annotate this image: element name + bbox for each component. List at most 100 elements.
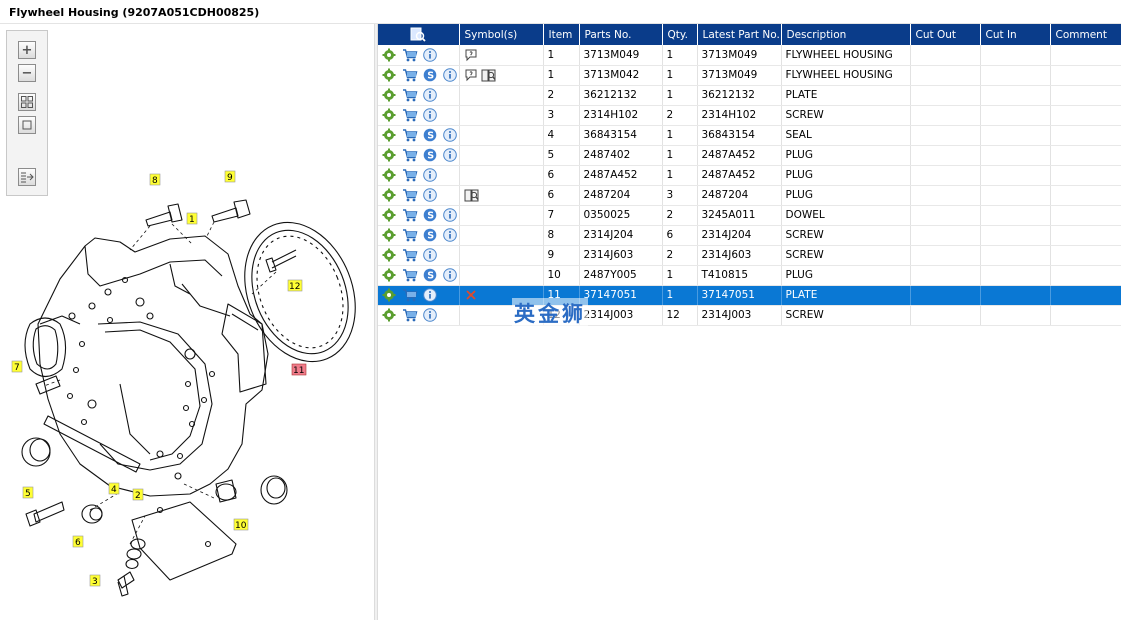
cart-icon[interactable] — [402, 148, 418, 162]
callout-1[interactable]: 1 — [186, 212, 198, 225]
cart-icon[interactable] — [402, 188, 418, 202]
cart-icon[interactable] — [402, 208, 418, 222]
table-row[interactable]: 6 2487A452 1 2487A452 PLUG — [378, 165, 1121, 186]
supersession-icon[interactable]: S — [423, 208, 437, 222]
gear-icon[interactable] — [382, 208, 396, 222]
info-icon[interactable] — [422, 288, 437, 302]
gear-icon[interactable] — [382, 128, 396, 142]
info-icon[interactable] — [422, 248, 437, 262]
info-icon[interactable] — [422, 308, 437, 322]
info-icon[interactable] — [443, 68, 457, 82]
zoom-out-icon[interactable]: − — [18, 64, 36, 82]
cross-icon[interactable] — [464, 288, 478, 302]
callout-2[interactable]: 2 — [132, 488, 144, 501]
search-document-icon[interactable] — [410, 27, 426, 42]
table-row[interactable]: 6 2487204 3 2487204 PLUG — [378, 185, 1121, 206]
info-icon[interactable] — [443, 208, 457, 222]
gear-icon[interactable] — [382, 168, 396, 182]
info-icon[interactable] — [422, 188, 437, 202]
cart-icon[interactable] — [402, 268, 418, 282]
gear-icon[interactable] — [382, 308, 396, 322]
supersession-icon[interactable]: S — [423, 228, 437, 242]
supersession-icon[interactable]: S — [423, 268, 437, 282]
diagram-pane[interactable]: 8 9 1 12 11 7 5 4 2 6 10 3 + − — [0, 24, 374, 620]
info-icon[interactable] — [443, 268, 457, 282]
cart-icon[interactable] — [402, 88, 418, 102]
table-row[interactable]: 11 37147051 1 37147051 PLATE — [378, 285, 1121, 306]
column-header-description[interactable]: Description — [781, 24, 911, 45]
column-header-cut-out[interactable]: Cut Out — [910, 24, 981, 45]
table-row[interactable]: S 8 2314J204 6 2314J204 SCREW — [378, 225, 1121, 246]
gear-icon[interactable] — [382, 268, 396, 282]
gear-icon[interactable] — [382, 108, 396, 122]
supersession-icon[interactable]: S — [423, 148, 437, 162]
zoom-in-icon[interactable]: + — [18, 41, 36, 59]
table-row[interactable]: S 1 3713M042 1 3713M049 FLYWHEEL HOUSING — [378, 65, 1121, 86]
exploded-diagram[interactable]: 8 9 1 12 11 7 5 4 2 6 10 3 — [0, 24, 374, 620]
row-qty: 1 — [662, 125, 698, 146]
cart-icon[interactable] — [402, 128, 418, 142]
column-header-actions[interactable] — [378, 24, 460, 45]
callout-3[interactable]: 3 — [89, 574, 101, 587]
gear-icon[interactable] — [382, 68, 396, 82]
cart-icon[interactable] — [402, 288, 418, 302]
callout-4[interactable]: 4 — [108, 482, 120, 495]
callout-12[interactable]: 12 — [287, 279, 303, 292]
table-row[interactable]: S 5 2487402 1 2487A452 PLUG — [378, 145, 1121, 166]
table-row[interactable]: 2 36212132 1 36212132 PLATE — [378, 85, 1121, 106]
gear-icon[interactable] — [382, 88, 396, 102]
book-search-icon[interactable] — [464, 188, 479, 202]
callout-11[interactable]: 11 — [291, 363, 307, 376]
gear-icon[interactable] — [382, 188, 396, 202]
callout-9[interactable]: 9 — [224, 170, 236, 183]
callout-10[interactable]: 10 — [233, 518, 249, 531]
info-icon[interactable] — [422, 88, 437, 102]
table-row[interactable]: 3 2314H102 2 2314H102 SCREW — [378, 105, 1121, 126]
gear-icon[interactable] — [382, 288, 396, 302]
cart-icon[interactable] — [402, 108, 418, 122]
info-icon[interactable] — [443, 148, 457, 162]
table-row[interactable]: 12 2314J003 12 2314J003 SCREW — [378, 305, 1121, 326]
cart-icon[interactable] — [402, 248, 418, 262]
gear-icon[interactable] — [382, 48, 396, 62]
info-icon[interactable] — [443, 228, 457, 242]
callout-8[interactable]: 8 — [149, 173, 161, 186]
callout-5[interactable]: 5 — [22, 486, 34, 499]
column-header-qty[interactable]: Qty. — [662, 24, 698, 45]
comment-bubble-icon[interactable] — [464, 68, 478, 82]
book-search-icon[interactable] — [481, 68, 496, 82]
supersession-icon[interactable]: S — [423, 128, 437, 142]
info-icon[interactable] — [422, 47, 437, 62]
callout-7[interactable]: 7 — [11, 360, 23, 373]
table-row[interactable]: 1 3713M049 1 3713M049 FLYWHEEL HOUSING — [378, 45, 1121, 66]
diagram-callouts[interactable]: 8 9 1 12 11 7 5 4 2 6 10 3 — [11, 170, 307, 587]
table-row[interactable]: S 10 2487Y005 1 T410815 PLUG — [378, 265, 1121, 286]
column-header-latest-part-no[interactable]: Latest Part No. — [697, 24, 782, 45]
supersession-icon[interactable]: S — [423, 68, 437, 82]
row-cut-out — [910, 165, 981, 186]
column-header-cut-in[interactable]: Cut In — [980, 24, 1051, 45]
export-icon[interactable] — [18, 168, 36, 186]
info-icon[interactable] — [422, 108, 437, 122]
column-header-symbols[interactable]: Symbol(s) — [459, 24, 544, 45]
fit-page-icon[interactable] — [18, 116, 36, 134]
info-icon[interactable] — [422, 168, 437, 182]
column-header-comment[interactable]: Comment — [1050, 24, 1121, 45]
gear-icon[interactable] — [382, 248, 396, 262]
gear-icon[interactable] — [382, 228, 396, 242]
comment-bubble-icon[interactable] — [464, 48, 478, 62]
gear-icon[interactable] — [382, 148, 396, 162]
callout-6[interactable]: 6 — [72, 535, 84, 548]
table-row[interactable]: S 4 36843154 1 36843154 SEAL — [378, 125, 1121, 146]
table-row[interactable]: 9 2314J603 2 2314J603 SCREW — [378, 245, 1121, 266]
cart-icon[interactable] — [402, 168, 418, 182]
table-row[interactable]: S 7 0350025 2 3245A011 DOWEL — [378, 205, 1121, 226]
info-icon[interactable] — [443, 128, 457, 142]
cart-icon[interactable] — [402, 228, 418, 242]
cart-icon[interactable] — [402, 48, 418, 62]
column-header-parts-no[interactable]: Parts No. — [579, 24, 663, 45]
cart-icon[interactable] — [402, 308, 418, 322]
cart-icon[interactable] — [402, 68, 418, 82]
fit-all-icon[interactable] — [18, 93, 36, 111]
column-header-item[interactable]: Item — [543, 24, 580, 45]
